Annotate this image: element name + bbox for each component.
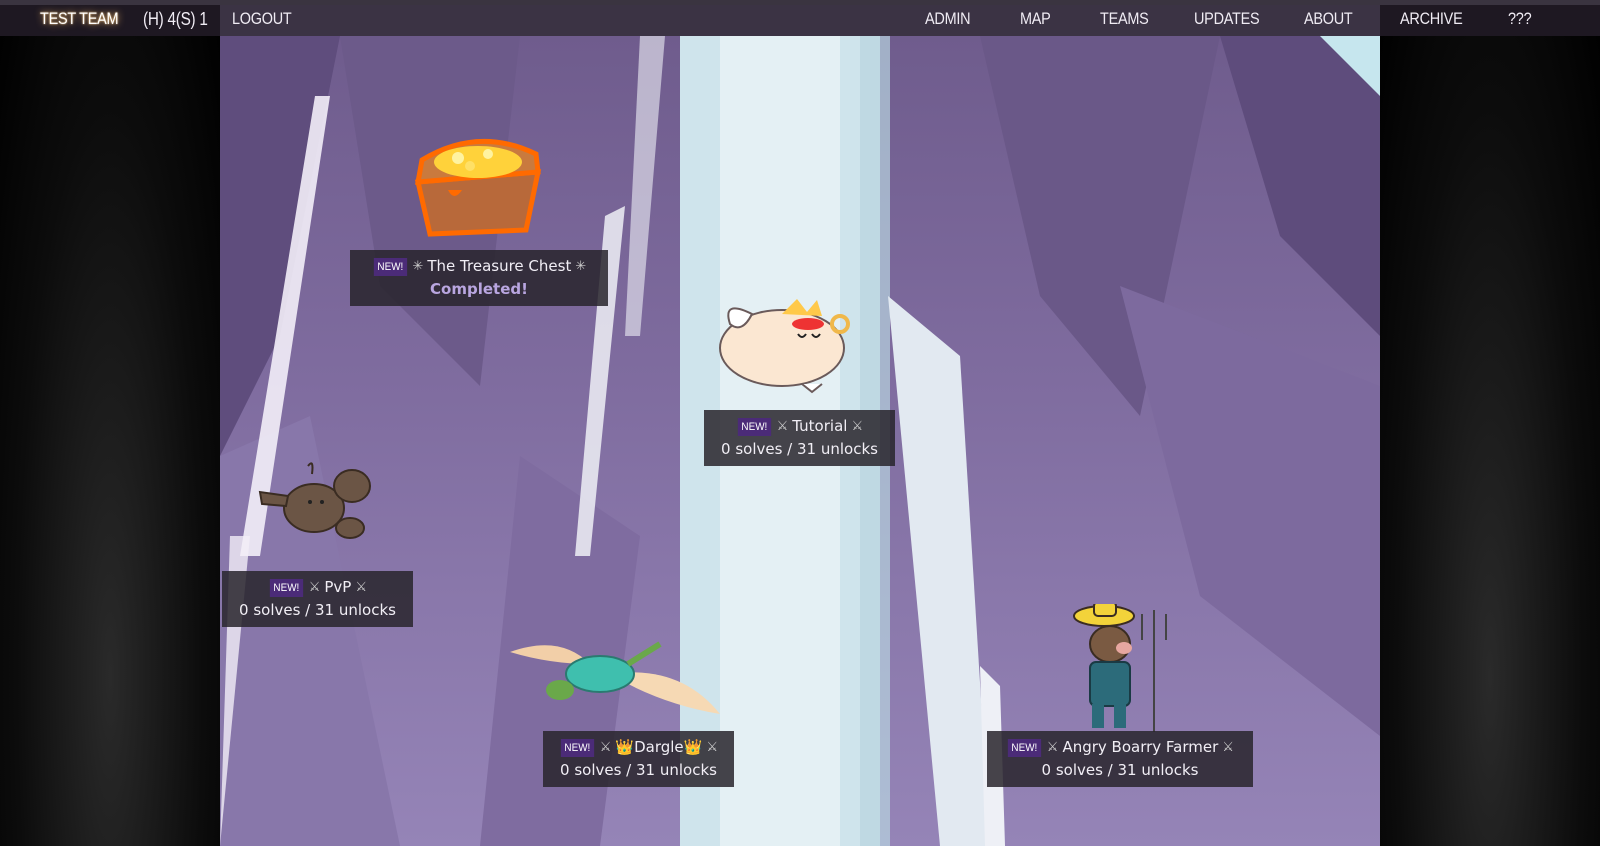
puzzle-label-dargle[interactable]: NEW! ⚔ 👑Dargle👑 ⚔ 0 solves / 31 unlocks <box>543 731 734 787</box>
nav-archive[interactable]: ARCHIVE <box>1400 9 1463 29</box>
treasure-chest-icon[interactable] <box>408 132 548 242</box>
puzzle-label-tutorial[interactable]: NEW! ⚔ Tutorial ⚔ 0 solves / 31 unlocks <box>704 410 895 466</box>
puzzle-label-pvp[interactable]: NEW! ⚔ PvP ⚔ 0 solves / 31 unlocks <box>222 571 413 627</box>
dizzy-icon: ✳ <box>412 259 424 274</box>
nav-secret[interactable]: ??? <box>1508 9 1532 29</box>
team-score: (H) 4(S) 1 <box>143 9 208 29</box>
puzzle-status: 0 solves / 31 unlocks <box>560 761 717 779</box>
crossed-swords-icon: ⚔ <box>599 740 612 755</box>
puzzle-status: 0 solves / 31 unlocks <box>1041 761 1199 779</box>
new-badge: NEW! <box>737 417 771 436</box>
nav-admin[interactable]: ADMIN <box>925 9 971 29</box>
right-background <box>1380 0 1600 846</box>
nav-map[interactable]: MAP <box>1020 9 1051 29</box>
nav-about[interactable]: ABOUT <box>1304 9 1353 29</box>
puzzle-status: 0 solves / 31 unlocks <box>239 601 396 619</box>
team-name[interactable]: TEST TEAM <box>40 9 119 29</box>
crossed-swords-icon: ⚔ <box>851 419 864 434</box>
winged-turtle-icon[interactable] <box>510 624 720 724</box>
new-badge: NEW! <box>269 578 303 597</box>
top-nav: TEST TEAM (H) 4(S) 1 LOGOUT ADMIN MAP TE… <box>0 0 1600 36</box>
puzzle-title[interactable]: Tutorial <box>792 415 847 438</box>
puzzle-label-treasure-chest[interactable]: NEW! ✳ The Treasure Chest ✳ Completed! <box>350 250 608 306</box>
crossed-swords-icon: ⚔ <box>1222 740 1234 755</box>
new-badge: NEW! <box>1007 738 1041 757</box>
puzzle-title[interactable]: 👑Dargle👑 <box>615 736 702 759</box>
crossed-swords-icon: ⚔ <box>1046 740 1059 755</box>
puzzle-title[interactable]: Angry Boarry Farmer <box>1062 736 1218 759</box>
nav-updates[interactable]: UPDATES <box>1194 9 1260 29</box>
dizzy-icon: ✳ <box>575 259 587 274</box>
puzzle-title[interactable]: PvP <box>324 576 351 599</box>
new-badge: NEW! <box>560 738 594 757</box>
puzzle-status: 0 solves / 31 unlocks <box>721 440 878 458</box>
crossed-swords-icon: ⚔ <box>308 580 321 595</box>
left-background <box>0 0 220 846</box>
koi-fish-icon[interactable] <box>712 294 856 394</box>
puzzle-label-angry-boarry-farmer[interactable]: NEW! ⚔ Angry Boarry Farmer ⚔ 0 solves / … <box>987 731 1253 787</box>
crossed-swords-icon: ⚔ <box>706 740 718 755</box>
nav-teams[interactable]: TEAMS <box>1100 9 1149 29</box>
logout-link[interactable]: LOGOUT <box>232 9 292 29</box>
boar-farmer-icon[interactable] <box>1066 604 1176 734</box>
crossed-swords-icon: ⚔ <box>355 580 367 595</box>
puzzle-title[interactable]: The Treasure Chest <box>427 255 571 278</box>
puzzle-status: Completed! <box>430 280 528 298</box>
new-badge: NEW! <box>373 257 407 276</box>
crossed-swords-icon: ⚔ <box>776 419 789 434</box>
puzzle-map: NEW! ✳ The Treasure Chest ✳ Completed! N… <box>220 36 1380 846</box>
lobster-icon[interactable] <box>252 456 376 546</box>
